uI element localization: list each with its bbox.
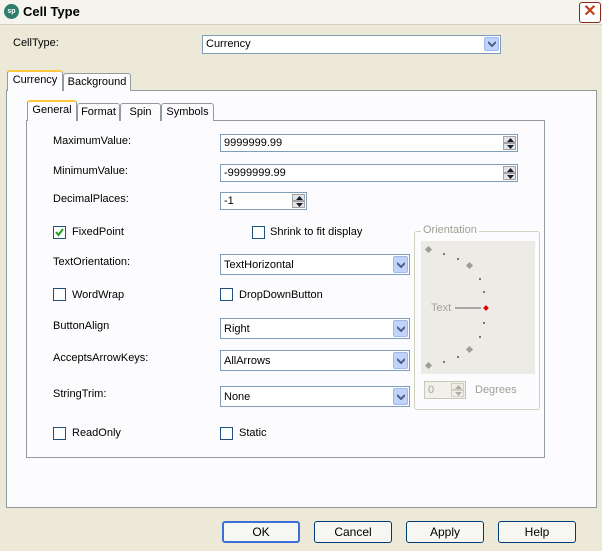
cancel-button[interactable]: Cancel — [314, 521, 392, 543]
button-align-dropdown-button[interactable] — [393, 320, 408, 337]
readonly-label: ReadOnly — [72, 427, 121, 439]
string-trim-select[interactable]: None — [220, 386, 410, 407]
maximum-value-input[interactable]: 9999999.99 — [220, 134, 518, 152]
accepts-arrow-keys-select[interactable]: AllArrows — [220, 350, 410, 371]
spin-down-icon — [507, 175, 514, 179]
maximum-value: 9999999.99 — [224, 137, 283, 149]
minimum-value: -9999999.99 — [224, 167, 286, 179]
text-orientation-select[interactable]: TextHorizontal — [220, 254, 410, 275]
maximum-value-label: MaximumValue: — [53, 135, 132, 147]
tab-spin[interactable]: Spin — [120, 103, 161, 121]
text-orientation-label: TextOrientation: — [53, 256, 131, 268]
shrink-checkbox[interactable] — [252, 226, 265, 239]
tab-background[interactable]: Background — [63, 73, 131, 91]
tab-general[interactable]: General — [27, 100, 77, 121]
spin-up-icon — [455, 385, 462, 389]
chevron-down-icon — [488, 41, 496, 47]
chevron-down-icon — [397, 326, 405, 332]
degrees-spinner[interactable] — [451, 383, 464, 397]
celltype-label: CellType: — [13, 37, 59, 49]
chevron-down-icon — [397, 358, 405, 364]
spin-down-icon — [296, 203, 303, 207]
minimum-value-input[interactable]: -9999999.99 — [220, 164, 518, 182]
dropdown-label: DropDownButton — [239, 289, 323, 301]
static-label: Static — [239, 427, 267, 439]
degrees-label: Degrees — [475, 384, 517, 396]
fixedpoint-checkbox[interactable] — [53, 226, 66, 239]
spin-down-icon — [455, 392, 462, 396]
accepts-arrow-keys-value: AllArrows — [224, 355, 271, 367]
chevron-down-icon — [397, 394, 405, 400]
string-trim-dropdown-button[interactable] — [393, 388, 408, 405]
shrink-label: Shrink to fit display — [270, 226, 363, 238]
orientation-dial[interactable]: Text — [421, 241, 535, 374]
decimal-places-label: DecimalPlaces: — [53, 193, 129, 205]
degrees-value: 0 — [428, 384, 435, 396]
accepts-arrow-keys-label: AcceptsArrowKeys: — [53, 352, 149, 364]
ok-button[interactable]: OK — [222, 521, 300, 543]
wordwrap-checkbox[interactable] — [53, 288, 66, 301]
readonly-checkbox[interactable] — [53, 427, 66, 440]
orientation-group-title: Orientation — [421, 224, 479, 236]
celltype-value: Currency — [206, 38, 251, 50]
orientation-preview-text: Text — [431, 302, 452, 314]
minimum-value-label: MinimumValue: — [53, 165, 128, 177]
dropdown-checkbox[interactable] — [220, 288, 233, 301]
decimal-places-value: -1 — [224, 195, 234, 207]
tab-currency[interactable]: Currency — [7, 70, 63, 91]
spin-up-icon — [296, 196, 303, 200]
degrees-input[interactable]: 0 — [424, 381, 466, 399]
apply-button[interactable]: Apply — [406, 521, 484, 543]
app-icon: sp — [4, 4, 19, 19]
window-title: Cell Type — [23, 4, 80, 19]
button-align-value: Right — [224, 323, 250, 335]
spin-up-icon — [507, 138, 514, 142]
fixedpoint-label: FixedPoint — [72, 226, 124, 238]
help-button[interactable]: Help — [498, 521, 576, 543]
celltype-select[interactable]: Currency — [202, 35, 501, 54]
wordwrap-label: WordWrap — [72, 289, 125, 301]
tab-symbols[interactable]: Symbols — [161, 103, 214, 121]
maximum-value-spinner[interactable] — [503, 136, 516, 150]
close-button[interactable]: ✕ — [579, 2, 601, 23]
chevron-down-icon — [397, 262, 405, 268]
decimal-places-input[interactable]: -1 — [220, 192, 307, 210]
text-orientation-dropdown-button[interactable] — [393, 256, 408, 273]
checkmark-icon — [55, 228, 64, 237]
minimum-value-spinner[interactable] — [503, 166, 516, 180]
tab-format[interactable]: Format — [77, 103, 120, 121]
title-bar — [0, 0, 602, 25]
spin-up-icon — [507, 168, 514, 172]
text-orientation-value: TextHorizontal — [224, 259, 294, 271]
celltype-dropdown-button[interactable] — [484, 37, 499, 51]
spin-down-icon — [507, 145, 514, 149]
decimal-places-spinner[interactable] — [292, 194, 305, 208]
string-trim-value: None — [224, 391, 251, 403]
button-align-label: ButtonAlign — [53, 320, 110, 332]
accepts-arrow-keys-dropdown-button[interactable] — [393, 352, 408, 369]
close-icon: ✕ — [583, 3, 597, 20]
static-checkbox[interactable] — [220, 427, 233, 440]
button-align-select[interactable]: Right — [220, 318, 410, 339]
string-trim-label: StringTrim: — [53, 388, 107, 400]
